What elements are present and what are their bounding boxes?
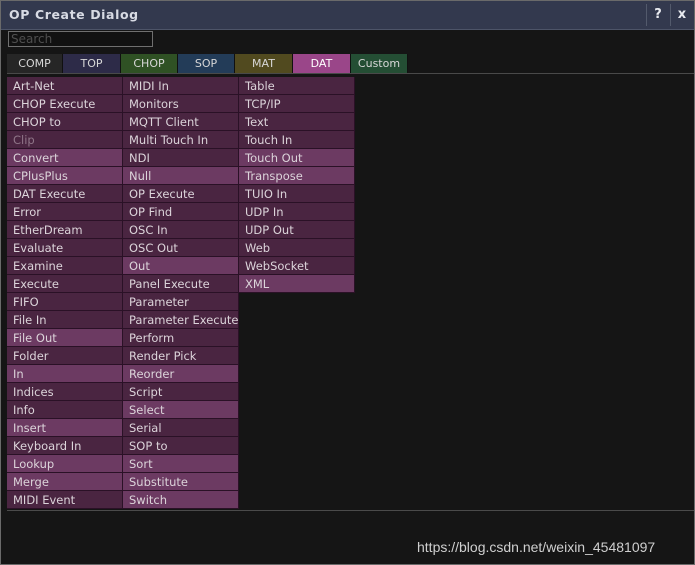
operator-item[interactable]: Evaluate <box>7 239 123 257</box>
operator-column: Art-Net CHOP Execute CHOP to Clip Convert CPl… <box>7 77 123 509</box>
operator-item[interactable]: Merge <box>7 473 123 491</box>
operator-item[interactable]: UDP Out <box>239 221 355 239</box>
watermark-text: https://blog.csdn.net/weixin_45481097 <box>417 539 656 555</box>
operator-item[interactable]: CHOP Execute <box>7 95 123 113</box>
tab-divider <box>7 73 694 74</box>
tab-mat[interactable]: MAT <box>235 54 293 73</box>
operator-item[interactable]: CHOP to <box>7 113 123 131</box>
help-button[interactable]: ? <box>646 4 669 26</box>
search-input[interactable] <box>8 31 153 47</box>
operator-item[interactable]: Switch <box>123 491 239 509</box>
operator-item[interactable]: Clip <box>7 131 123 149</box>
operator-item[interactable]: Indices <box>7 383 123 401</box>
operator-item[interactable]: OSC Out <box>123 239 239 257</box>
operator-item[interactable]: Info <box>7 401 123 419</box>
operator-item[interactable]: TCP/IP <box>239 95 355 113</box>
operator-item[interactable]: CPlusPlus <box>7 167 123 185</box>
operator-item[interactable]: MQTT Client <box>123 113 239 131</box>
operator-column: Table TCP/IP Text Touch In Touch Out Transpos… <box>239 77 355 509</box>
operator-item[interactable]: FIFO <box>7 293 123 311</box>
operator-grid: Art-Net CHOP Execute CHOP to Clip Convert CPl… <box>7 77 355 509</box>
operator-item[interactable]: Art-Net <box>7 77 123 95</box>
operator-item[interactable]: NDI <box>123 149 239 167</box>
operator-item[interactable]: Null <box>123 167 239 185</box>
operator-item[interactable]: Out <box>123 257 239 275</box>
operator-item[interactable]: Examine <box>7 257 123 275</box>
operator-item[interactable]: WebSocket <box>239 257 355 275</box>
operator-item[interactable]: OP Find <box>123 203 239 221</box>
operator-item[interactable]: Insert <box>7 419 123 437</box>
title-bar[interactable]: OP Create Dialog ? x <box>1 1 694 30</box>
operator-item[interactable]: File In <box>7 311 123 329</box>
operator-item[interactable]: Touch In <box>239 131 355 149</box>
bottom-divider <box>7 510 694 511</box>
operator-item[interactable]: OSC In <box>123 221 239 239</box>
operator-item[interactable]: Sort <box>123 455 239 473</box>
operator-item[interactable]: Web <box>239 239 355 257</box>
operator-item[interactable]: Folder <box>7 347 123 365</box>
operator-item[interactable]: Perform <box>123 329 239 347</box>
operator-item[interactable]: Parameter Execute <box>123 311 239 329</box>
tab-dat[interactable]: DAT <box>293 54 351 73</box>
operator-item[interactable]: Select <box>123 401 239 419</box>
operator-item[interactable]: Serial <box>123 419 239 437</box>
tab-sop[interactable]: SOP <box>178 54 235 73</box>
operator-item[interactable]: Error <box>7 203 123 221</box>
operator-item[interactable]: Execute <box>7 275 123 293</box>
operator-item[interactable]: Touch Out <box>239 149 355 167</box>
operator-item[interactable]: Transpose <box>239 167 355 185</box>
operator-item[interactable]: SOP to <box>123 437 239 455</box>
op-create-dialog: OP Create Dialog ? x COMPTOPCHOPSOPMATDA… <box>0 0 695 565</box>
tab-top[interactable]: TOP <box>63 54 121 73</box>
operator-item[interactable]: Keyboard In <box>7 437 123 455</box>
operator-item[interactable]: DAT Execute <box>7 185 123 203</box>
operator-item[interactable]: Script <box>123 383 239 401</box>
operator-item[interactable]: XML <box>239 275 355 293</box>
operator-item[interactable]: EtherDream <box>7 221 123 239</box>
operator-item[interactable]: Render Pick <box>123 347 239 365</box>
operator-item[interactable]: UDP In <box>239 203 355 221</box>
operator-item[interactable]: Reorder <box>123 365 239 383</box>
operator-column: MIDI In Monitors MQTT Client Multi Touch In… <box>123 77 239 509</box>
operator-item[interactable]: OP Execute <box>123 185 239 203</box>
operator-item[interactable]: TUIO In <box>239 185 355 203</box>
tab-chop[interactable]: CHOP <box>121 54 178 73</box>
operator-item[interactable]: MIDI In <box>123 77 239 95</box>
close-button[interactable]: x <box>670 4 693 26</box>
operator-item[interactable]: Table <box>239 77 355 95</box>
operator-item[interactable]: Substitute <box>123 473 239 491</box>
operator-item[interactable]: Lookup <box>7 455 123 473</box>
operator-item[interactable]: MIDI Event <box>7 491 123 509</box>
op-family-tabs: COMP TOP CHOP SOP MAT DAT Custom <box>7 54 408 73</box>
tab-comp[interactable]: COMP <box>7 54 63 73</box>
operator-item[interactable]: Text <box>239 113 355 131</box>
operator-item[interactable]: Parameter <box>123 293 239 311</box>
operator-item[interactable]: Panel Execute <box>123 275 239 293</box>
dialog-title: OP Create Dialog <box>9 7 139 22</box>
operator-item[interactable]: Convert <box>7 149 123 167</box>
operator-item[interactable]: In <box>7 365 123 383</box>
tab-custom[interactable]: Custom <box>351 54 408 73</box>
operator-item[interactable]: Multi Touch In <box>123 131 239 149</box>
operator-item[interactable]: Monitors <box>123 95 239 113</box>
operator-item[interactable]: File Out <box>7 329 123 347</box>
